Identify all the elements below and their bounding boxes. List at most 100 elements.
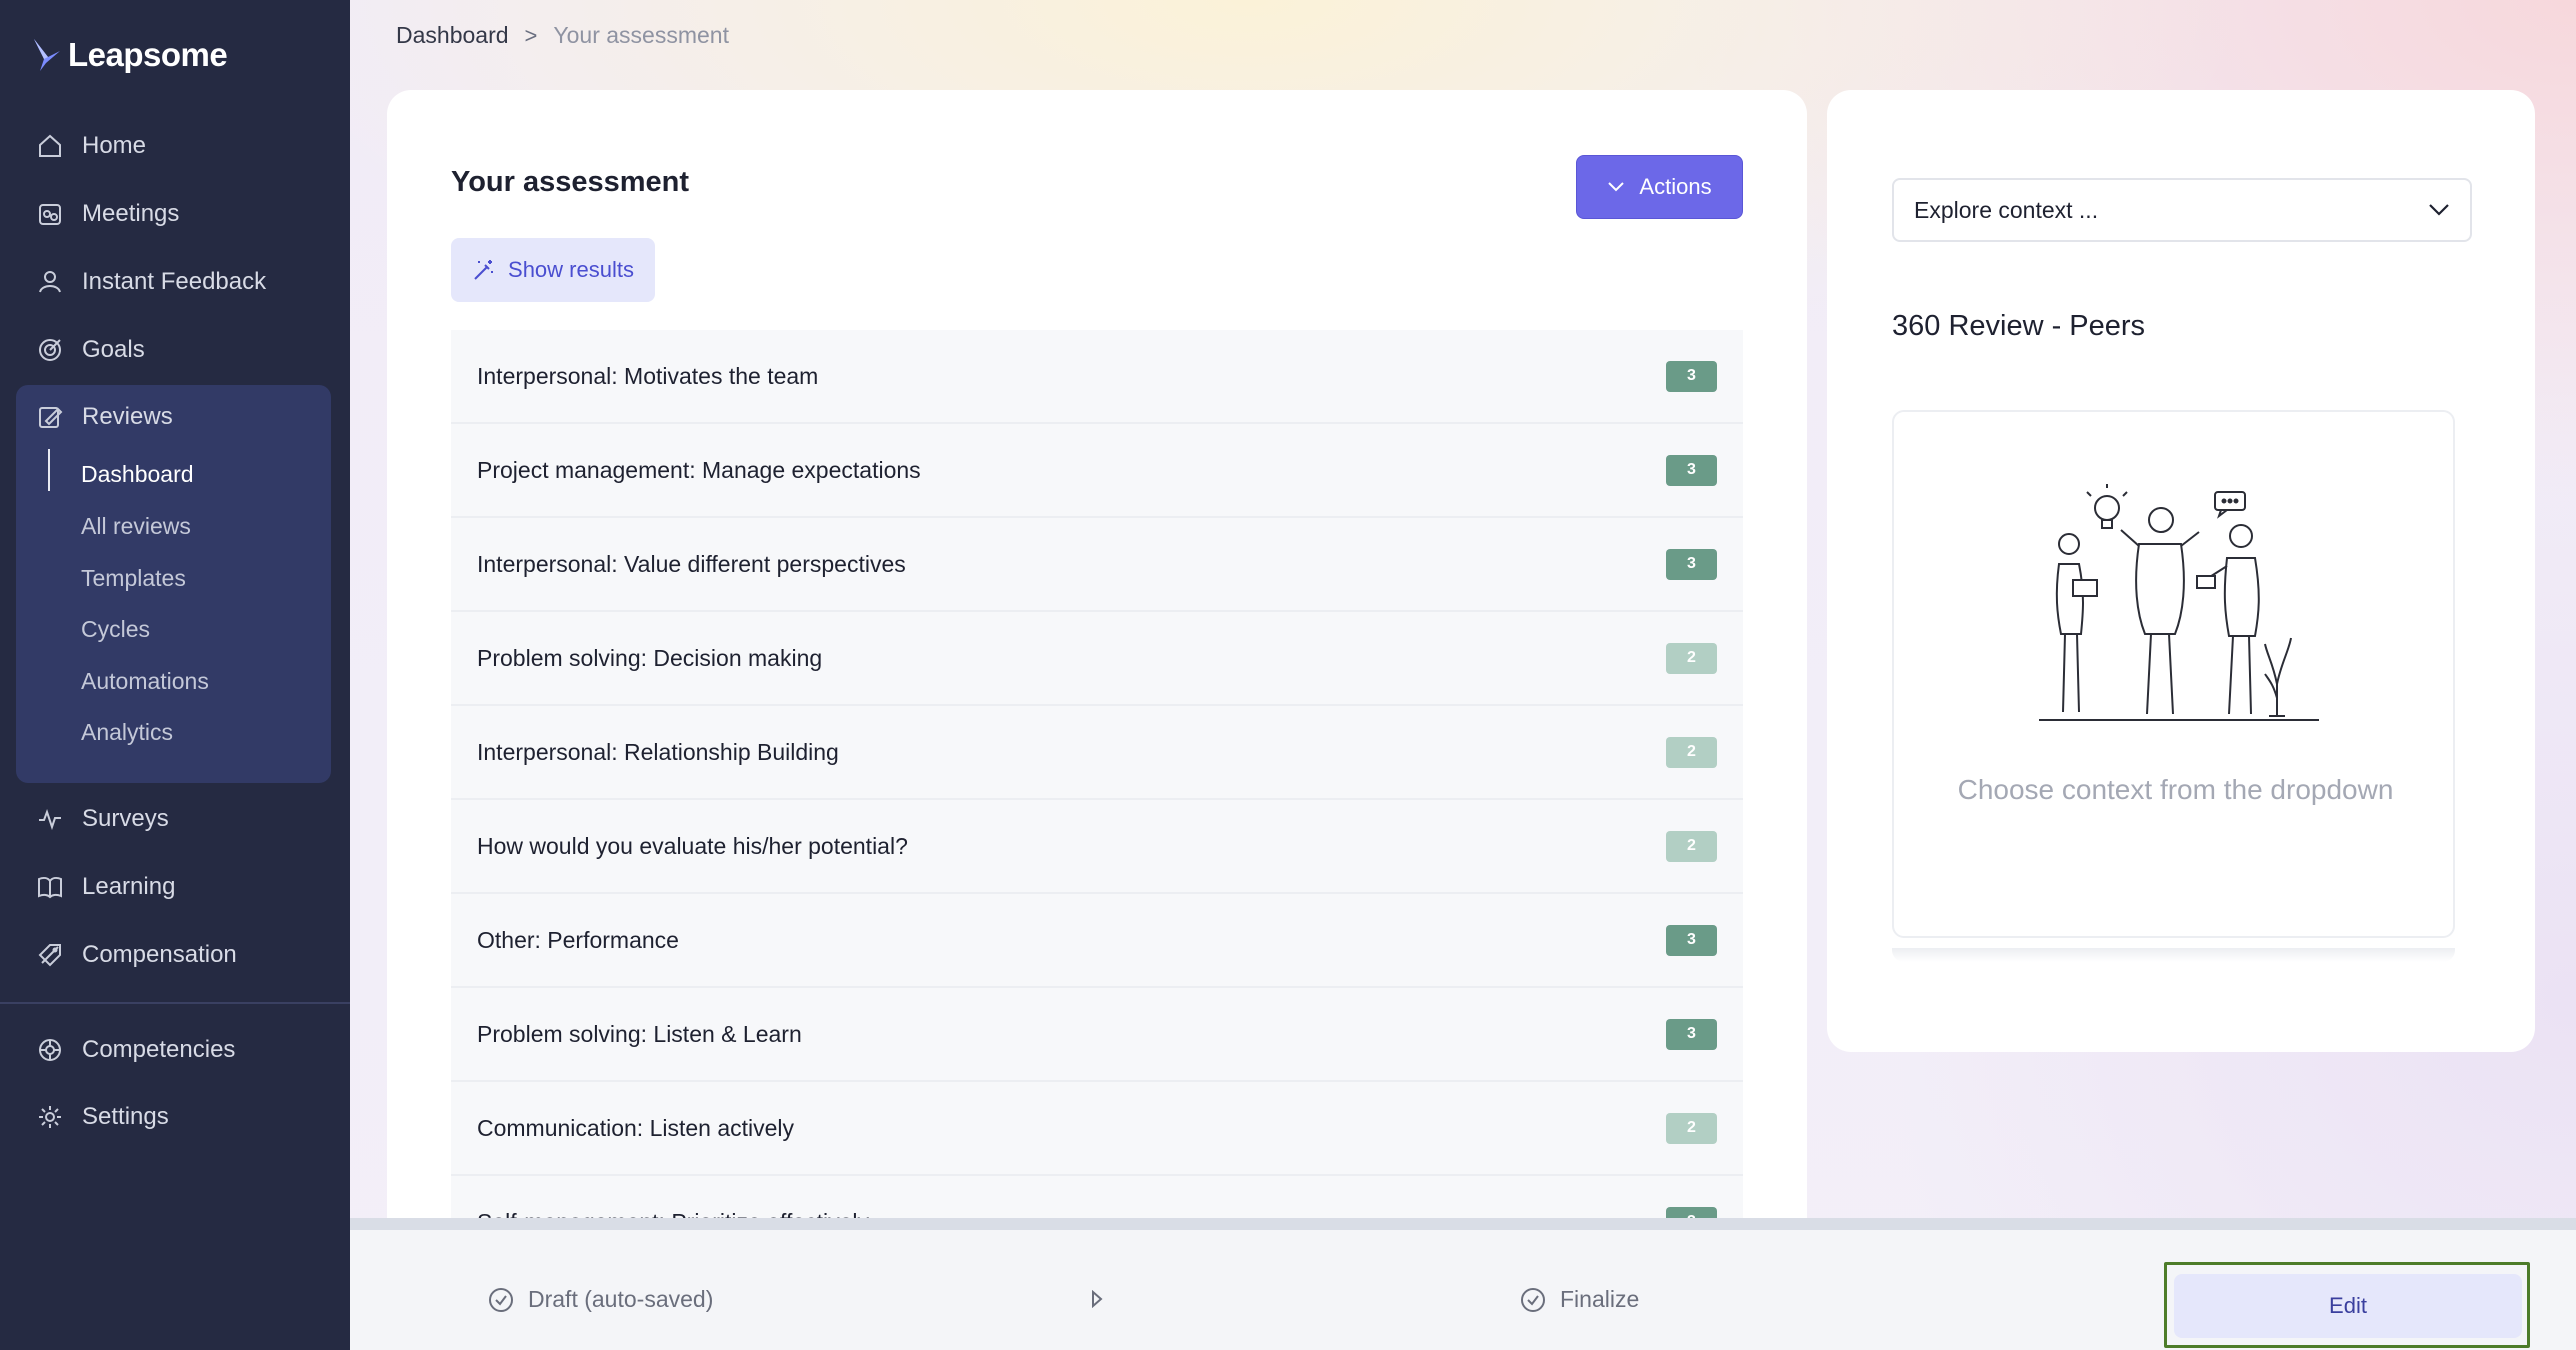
compensation-icon xyxy=(38,944,61,967)
list-item-label: Communication: Listen actively xyxy=(477,1114,795,1141)
score-badge: 3 xyxy=(1666,454,1717,486)
chevron-down-icon xyxy=(2429,204,2449,216)
sidebar: Leapsome Home Meetings Instant Feedback … xyxy=(0,0,350,1350)
score-badge: 3 xyxy=(1666,548,1717,580)
list-item[interactable]: Problem solving: Listen & Learn 3 xyxy=(451,988,1743,1082)
score-badge: 2 xyxy=(1666,1112,1717,1144)
sidebar-item-label: Competencies xyxy=(82,1036,236,1063)
learning-icon xyxy=(38,876,62,899)
sidebar-item-label: Instant Feedback xyxy=(82,268,267,295)
magic-wand-icon xyxy=(474,260,494,280)
goals-icon xyxy=(39,339,61,361)
sidebar-item-home[interactable]: Home xyxy=(36,122,146,170)
leapsome-bird-icon xyxy=(34,39,60,71)
check-circle-icon xyxy=(1521,1287,1545,1312)
sidebar-item-label: Goals xyxy=(82,336,145,363)
sidebar-item-competencies[interactable]: Competencies xyxy=(36,1026,235,1074)
show-results-button[interactable]: Show results xyxy=(451,238,655,302)
check-circle-icon xyxy=(489,1287,513,1312)
sidebar-item-goals[interactable]: Goals xyxy=(36,326,145,374)
step-finalize-label: Finalize xyxy=(1560,1286,1640,1312)
sidebar-item-compensation[interactable]: Compensation xyxy=(36,931,237,979)
settings-icon xyxy=(39,1106,61,1128)
list-item-label: Interpersonal: Motivates the team xyxy=(477,362,819,389)
sidebar-item-label: Surveys xyxy=(82,805,169,832)
actions-label: Actions xyxy=(1639,174,1712,199)
sidebar-subitem-templates[interactable]: Templates xyxy=(81,558,186,598)
step-finalize: Finalize xyxy=(1520,1286,1639,1313)
sidebar-item-label: Home xyxy=(82,132,147,159)
team-illustration xyxy=(2039,484,2319,721)
list-item[interactable]: Project management: Manage expectations … xyxy=(451,424,1743,518)
sidebar-item-label: Reviews xyxy=(82,403,173,430)
context-panel-shadow xyxy=(1892,948,2455,962)
breadcrumb: Dashboard > Your assessment xyxy=(396,22,729,49)
list-item-label: Interpersonal: Relationship Building xyxy=(477,738,839,765)
sidebar-subitem-analytics[interactable]: Analytics xyxy=(81,712,173,752)
list-item-label: Problem solving: Listen & Learn xyxy=(477,1020,802,1047)
surveys-icon xyxy=(39,809,61,831)
assessment-card: Your assessment Actions Show results Int… xyxy=(387,90,1807,1350)
sidebar-item-label: Meetings xyxy=(82,200,180,227)
breadcrumb-separator: > xyxy=(524,22,538,48)
sidebar-item-instant-feedback[interactable]: Instant Feedback xyxy=(36,258,266,306)
list-item-label: How would you evaluate his/her potential… xyxy=(477,832,908,859)
leapsome-logo[interactable]: Leapsome xyxy=(32,36,228,74)
meetings-icon xyxy=(39,204,61,225)
home-icon xyxy=(39,134,61,157)
score-badge: 3 xyxy=(1666,360,1717,392)
list-item[interactable]: Communication: Listen actively 2 xyxy=(451,1082,1743,1176)
sidebar-item-learning[interactable]: Learning xyxy=(36,863,175,911)
actions-button[interactable]: Actions xyxy=(1576,155,1743,219)
sidebar-item-surveys[interactable]: Surveys xyxy=(36,795,169,843)
score-badge: 3 xyxy=(1666,924,1717,956)
score-badge: 3 xyxy=(1666,1018,1717,1050)
sidebar-divider xyxy=(0,1002,350,1004)
assessment-list: Interpersonal: Motivates the team 3 Proj… xyxy=(451,330,1743,1270)
step-draft-label: Draft (auto-saved) xyxy=(528,1286,714,1312)
sidebar-item-label: Learning xyxy=(82,873,176,900)
footer-bar: Draft (auto-saved) Finalize Edit xyxy=(350,1218,2576,1350)
context-dropdown[interactable]: Explore context ... xyxy=(1892,178,2472,242)
context-panel: Choose context from the dropdown xyxy=(1892,410,2455,938)
sidebar-item-meetings[interactable]: Meetings xyxy=(36,190,179,238)
breadcrumb-current: Your assessment xyxy=(553,22,729,48)
list-item[interactable]: Other: Performance 3 xyxy=(451,894,1743,988)
step-arrow-icon xyxy=(1092,1290,1103,1308)
sidebar-subitem-all-reviews[interactable]: All reviews xyxy=(81,506,191,546)
list-item[interactable]: How would you evaluate his/her potential… xyxy=(451,800,1743,894)
score-badge: 2 xyxy=(1666,830,1717,862)
context-dropdown-value: Explore context ... xyxy=(1914,196,2099,223)
page-title: Your assessment xyxy=(451,166,690,198)
list-item[interactable]: Problem solving: Decision making 2 xyxy=(451,612,1743,706)
competencies-icon xyxy=(39,1039,61,1061)
list-item[interactable]: Interpersonal: Relationship Building 2 xyxy=(451,706,1743,800)
list-item-label: Interpersonal: Value different perspecti… xyxy=(477,550,906,577)
list-item-label: Problem solving: Decision making xyxy=(477,644,823,671)
edit-button[interactable]: Edit xyxy=(2174,1274,2522,1338)
step-draft: Draft (auto-saved) xyxy=(488,1286,713,1313)
feedback-icon xyxy=(39,271,61,293)
reviews-icon xyxy=(39,407,63,428)
list-item[interactable]: Interpersonal: Motivates the team 3 xyxy=(451,330,1743,424)
context-card: Explore context ... 360 Review - Peers C… xyxy=(1827,90,2535,1052)
list-item-label: Other: Performance xyxy=(477,926,679,953)
score-badge: 2 xyxy=(1666,642,1717,674)
sidebar-item-reviews[interactable]: Reviews xyxy=(36,393,173,441)
sidebar-item-label: Compensation xyxy=(82,941,237,968)
list-item[interactable]: Interpersonal: Value different perspecti… xyxy=(451,518,1743,612)
context-empty-text: Choose context from the dropdown xyxy=(1957,774,2394,805)
show-results-label: Show results xyxy=(508,257,634,282)
logo-text: Leapsome xyxy=(68,36,228,73)
chevron-down-icon xyxy=(1608,182,1625,192)
context-title: 360 Review - Peers xyxy=(1892,310,2146,342)
sidebar-subitem-automations[interactable]: Automations xyxy=(81,661,209,701)
sidebar-item-settings[interactable]: Settings xyxy=(36,1093,169,1141)
sidebar-item-label: Settings xyxy=(82,1103,169,1130)
breadcrumb-dashboard[interactable]: Dashboard xyxy=(396,22,509,49)
sidebar-subitem-dashboard[interactable]: Dashboard xyxy=(81,454,194,494)
list-item-label: Project management: Manage expectations xyxy=(477,456,921,483)
sidebar-subitem-cycles[interactable]: Cycles xyxy=(81,609,150,649)
active-indicator xyxy=(48,449,50,491)
score-badge: 2 xyxy=(1666,736,1717,768)
